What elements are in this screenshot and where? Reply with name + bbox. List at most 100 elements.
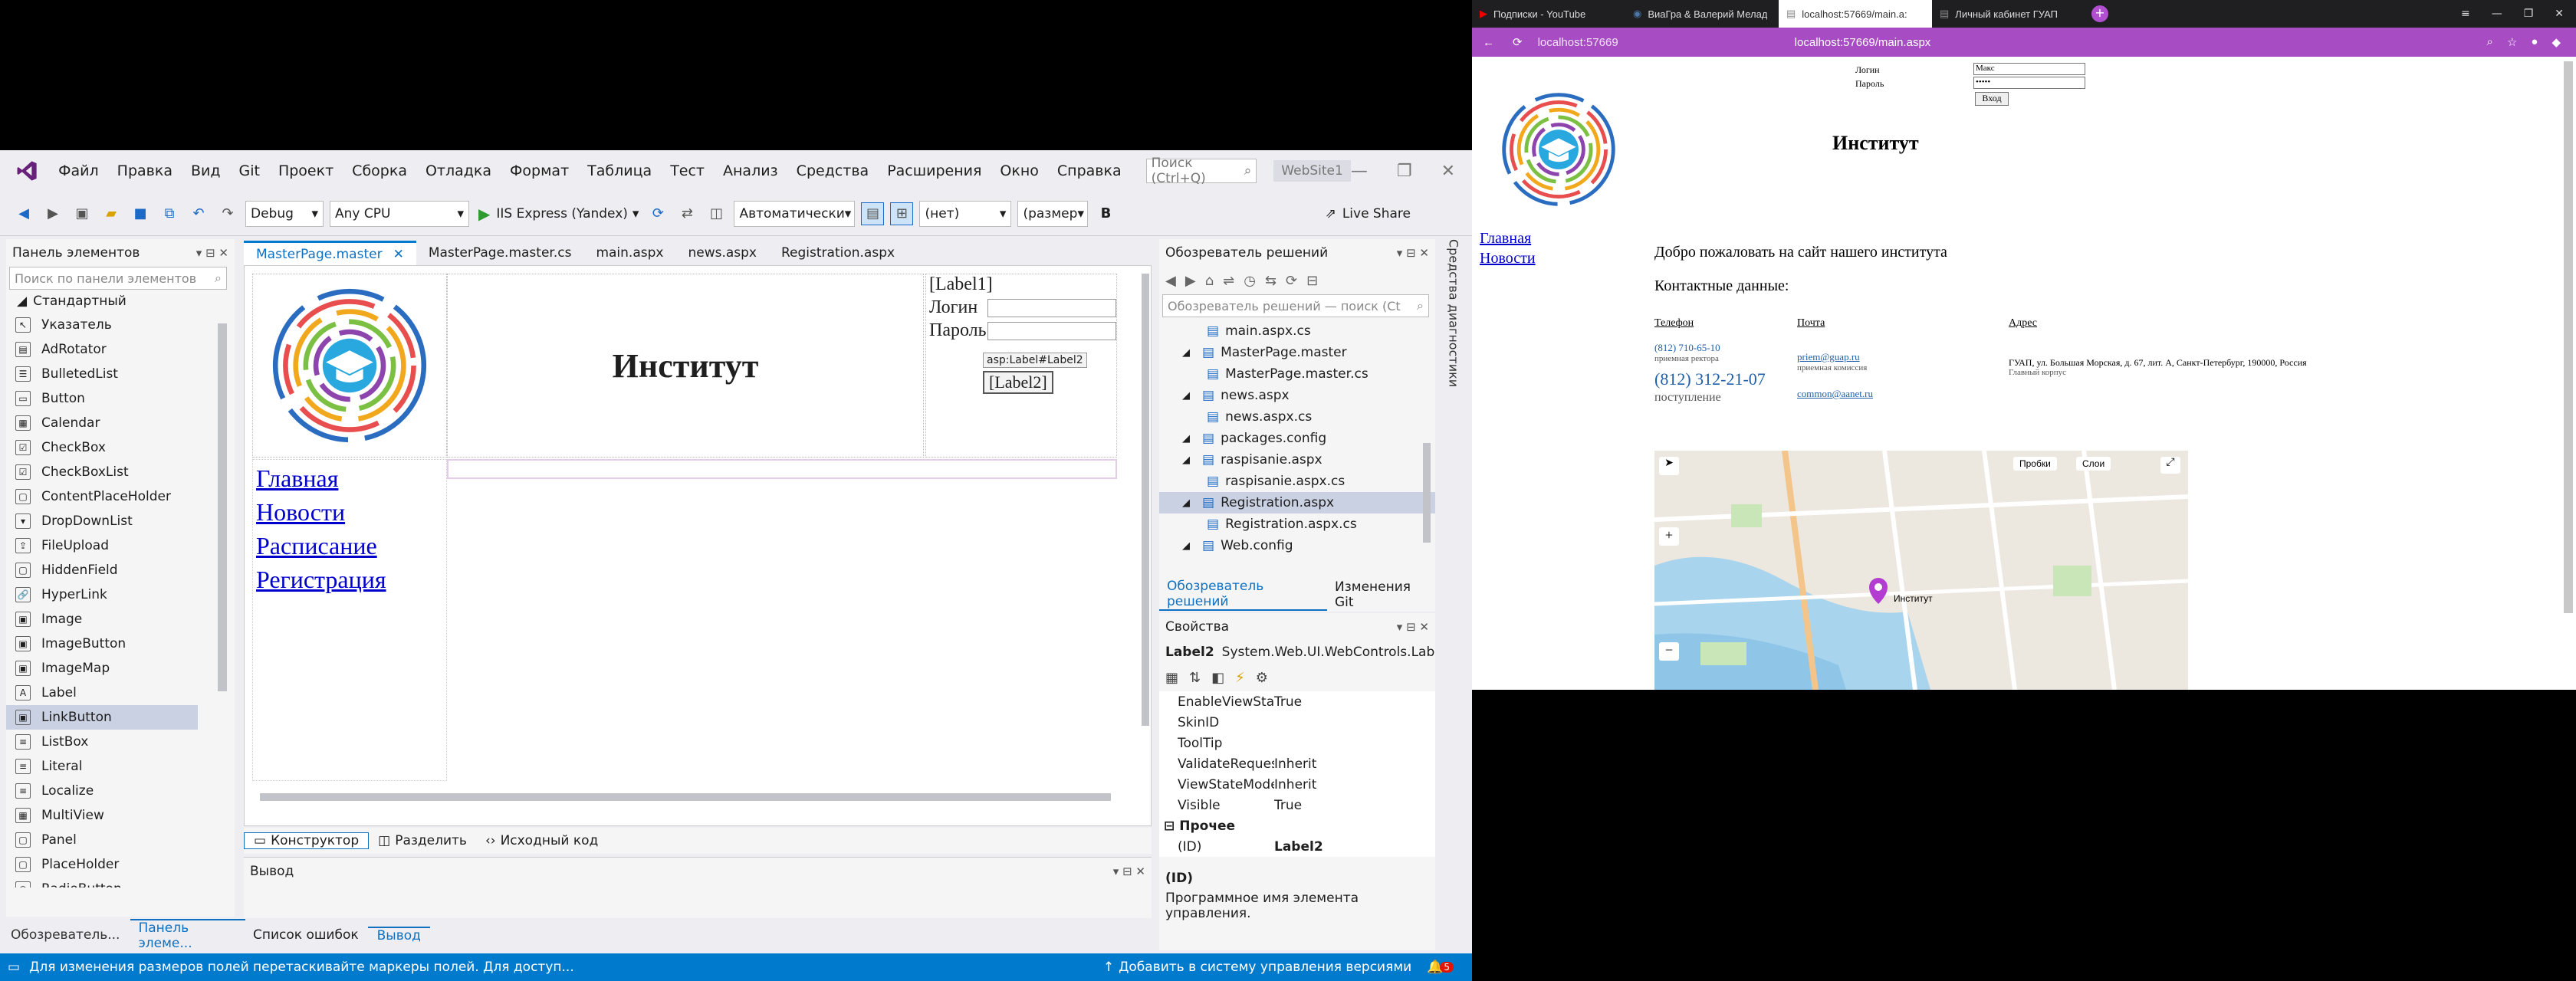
tab-output[interactable]: Вывод bbox=[367, 927, 430, 943]
menu-item-0[interactable]: Файл bbox=[49, 162, 108, 179]
quick-search-input[interactable]: Поиск (Ctrl+Q) ⌕ bbox=[1145, 156, 1257, 186]
bold-button[interactable]: B bbox=[1094, 202, 1117, 225]
mail-common-link[interactable]: common@aanet.ru bbox=[1797, 388, 1873, 400]
toolbox-item[interactable]: ≡ Localize bbox=[6, 779, 235, 803]
solution-item[interactable]: ▤ main.aspx.cs bbox=[1159, 320, 1435, 342]
pending-changes-icon[interactable]: ◷ bbox=[1244, 273, 1256, 289]
expand-icon[interactable]: ◢ bbox=[1182, 390, 1202, 402]
menu-item-7[interactable]: Формат bbox=[501, 162, 578, 179]
panel-controls-icon[interactable]: ▾ ⊟ ✕ bbox=[1397, 246, 1429, 260]
toolbox-item[interactable]: ⇪ FileUpload bbox=[6, 533, 235, 558]
profile-icon[interactable]: ● bbox=[2531, 35, 2538, 49]
toolbox-item[interactable]: ▣ ImageMap bbox=[6, 656, 235, 681]
toolbox-item[interactable]: A Label bbox=[6, 681, 235, 705]
new-project-icon[interactable]: ▣ bbox=[71, 202, 94, 225]
document-tab[interactable]: main.aspx bbox=[583, 241, 675, 265]
geolocation-icon[interactable]: ➤ bbox=[1659, 457, 1679, 475]
page-scrollbar[interactable] bbox=[2564, 61, 2573, 613]
toolbox-item[interactable]: ≡ ListBox bbox=[6, 730, 235, 754]
panel-controls-icon[interactable]: ▾ ⊟ ✕ bbox=[196, 246, 228, 260]
home-icon[interactable]: ⌂ bbox=[1205, 273, 1214, 289]
properties-row[interactable]: SkinID bbox=[1159, 712, 1435, 733]
properties-row[interactable]: Visible True bbox=[1159, 795, 1435, 815]
zoom-in-icon[interactable]: + bbox=[1659, 527, 1679, 546]
tab-toolbox-short[interactable]: Панель элеме... bbox=[130, 919, 245, 951]
forward-icon[interactable]: ▶ bbox=[1185, 273, 1196, 289]
page-nav-link[interactable]: Главная bbox=[1480, 228, 1536, 248]
undo-icon[interactable]: ↶ bbox=[187, 202, 210, 225]
live-share-button[interactable]: ⇗ Live Share bbox=[1326, 206, 1472, 221]
view-tab[interactable]: ◫ Разделить bbox=[369, 833, 476, 848]
tab-solution-explorer[interactable]: Обозреватель решений bbox=[1159, 579, 1327, 611]
toolbox-item[interactable]: ▦ MultiView bbox=[6, 803, 235, 828]
address-host[interactable]: localhost:57669 bbox=[1538, 36, 1618, 49]
alphabetical-icon[interactable]: ⇅ bbox=[1189, 670, 1201, 686]
browser-link-icon[interactable]: ⇄ bbox=[675, 202, 698, 225]
menu-icon[interactable]: ≡ bbox=[2461, 8, 2470, 20]
design-view-icon[interactable]: ▤ bbox=[861, 202, 885, 225]
solution-item[interactable]: ▤ news.aspx.cs bbox=[1159, 406, 1435, 428]
expand-icon[interactable]: ◢ bbox=[1182, 454, 1202, 466]
browser-tab[interactable]: ◉ ВиаГра & Валерий Мелад bbox=[1625, 0, 1779, 28]
toolbox-item[interactable]: ▢ ContentPlaceHolder bbox=[6, 484, 235, 509]
document-tab[interactable]: Registration.aspx bbox=[769, 241, 907, 265]
map-traffic-button[interactable]: Пробки bbox=[2013, 457, 2057, 471]
label2-control[interactable]: [Label2] bbox=[983, 371, 1053, 394]
property-pages-icon[interactable]: ⚙ bbox=[1256, 670, 1268, 686]
menu-item-6[interactable]: Отладка bbox=[416, 162, 501, 179]
expand-icon[interactable]: ◢ bbox=[1182, 433, 1202, 445]
phone-admission[interactable]: (812) 312-21-07 bbox=[1654, 369, 1766, 389]
diagnostic-tools-side-tab[interactable]: Средства диагностики bbox=[1440, 239, 1467, 469]
properties-object-selector[interactable]: Label2 System.Web.UI.WebControls.Lab bbox=[1159, 641, 1435, 664]
login-input[interactable]: Макс bbox=[1973, 63, 2085, 75]
menu-item-12[interactable]: Расширения bbox=[878, 162, 991, 179]
menu-item-10[interactable]: Анализ bbox=[714, 162, 787, 179]
back-icon[interactable]: ← bbox=[1483, 36, 1494, 49]
map-layers-button[interactable]: Слои bbox=[2076, 457, 2111, 471]
mail-priem-link[interactable]: priem@guap.ru bbox=[1797, 351, 1860, 363]
new-tab-icon[interactable]: + bbox=[2091, 5, 2108, 22]
expand-icon[interactable]: ◢ bbox=[1182, 540, 1202, 552]
page-nav-link[interactable]: Новости bbox=[1480, 248, 1536, 268]
toolbox-item[interactable]: ☑ CheckBoxList bbox=[6, 460, 235, 484]
platform-select[interactable]: Any CPU ▾ bbox=[330, 200, 469, 227]
redo-icon[interactable]: ↷ bbox=[216, 202, 239, 225]
notifications-button[interactable]: 🔔 5 bbox=[1427, 960, 1454, 975]
tab-git-changes[interactable]: Изменения Git bbox=[1327, 579, 1435, 610]
document-tab[interactable]: MasterPage.master ✕ bbox=[244, 241, 416, 265]
close-tab-icon[interactable]: ✕ bbox=[393, 247, 404, 262]
style-select[interactable]: (нет) ▾ bbox=[919, 200, 1012, 227]
properties-section-misc[interactable]: ⊟ Прочее bbox=[1159, 815, 1435, 836]
menu-item-14[interactable]: Справка bbox=[1048, 162, 1131, 179]
toolbox-item[interactable]: ▣ LinkButton bbox=[6, 705, 198, 730]
restore-icon[interactable]: ❐ bbox=[1397, 162, 1412, 181]
login-textbox[interactable] bbox=[987, 299, 1116, 317]
events-icon[interactable]: ⚡ bbox=[1235, 670, 1245, 686]
properties-row[interactable]: EnableViewStateTrue bbox=[1159, 691, 1435, 712]
fullscreen-icon[interactable]: ⤢ bbox=[2160, 457, 2180, 474]
menu-item-8[interactable]: Таблица bbox=[578, 162, 661, 179]
properties-row-id[interactable]: (ID) Label2 bbox=[1159, 836, 1435, 857]
extensions-icon[interactable]: ◆ bbox=[2551, 35, 2561, 49]
designer-vscrollbar[interactable] bbox=[1142, 274, 1149, 726]
font-size-select[interactable]: (размер ▾ bbox=[1017, 200, 1089, 227]
designer-nav-link[interactable]: Новости bbox=[256, 495, 443, 529]
solution-item[interactable]: ▤ Registration.aspx.cs bbox=[1159, 513, 1435, 535]
properties-row[interactable]: ValidateRequestMInherit bbox=[1159, 753, 1435, 774]
solution-explorer-scrollbar[interactable] bbox=[1423, 443, 1431, 543]
screenshot-icon[interactable]: ◫ bbox=[705, 202, 728, 225]
solution-item[interactable]: ▤ MasterPage.master.cs bbox=[1159, 363, 1435, 385]
expand-icon[interactable]: ◢ bbox=[1182, 497, 1202, 509]
menu-item-3[interactable]: Git bbox=[230, 162, 269, 179]
toolbox-scrollbar[interactable] bbox=[218, 323, 227, 691]
view-tab[interactable]: ‹› Исходный код bbox=[476, 833, 607, 848]
run-button[interactable]: ▶ IIS Express (Yandex) ▾ bbox=[478, 205, 639, 223]
properties-row[interactable]: ToolTip bbox=[1159, 733, 1435, 753]
back-icon[interactable]: ◀ bbox=[1165, 273, 1176, 289]
menu-item-4[interactable]: Проект bbox=[269, 162, 343, 179]
panel-controls-icon[interactable]: ▾ ⊟ ✕ bbox=[1397, 620, 1429, 634]
toolbox-item[interactable]: ▢ HiddenField bbox=[6, 558, 235, 582]
menu-item-13[interactable]: Окно bbox=[991, 162, 1047, 179]
toolbox-item[interactable]: ▣ ImageButton bbox=[6, 632, 235, 656]
refresh-icon[interactable]: ⟳ bbox=[1286, 273, 1297, 289]
